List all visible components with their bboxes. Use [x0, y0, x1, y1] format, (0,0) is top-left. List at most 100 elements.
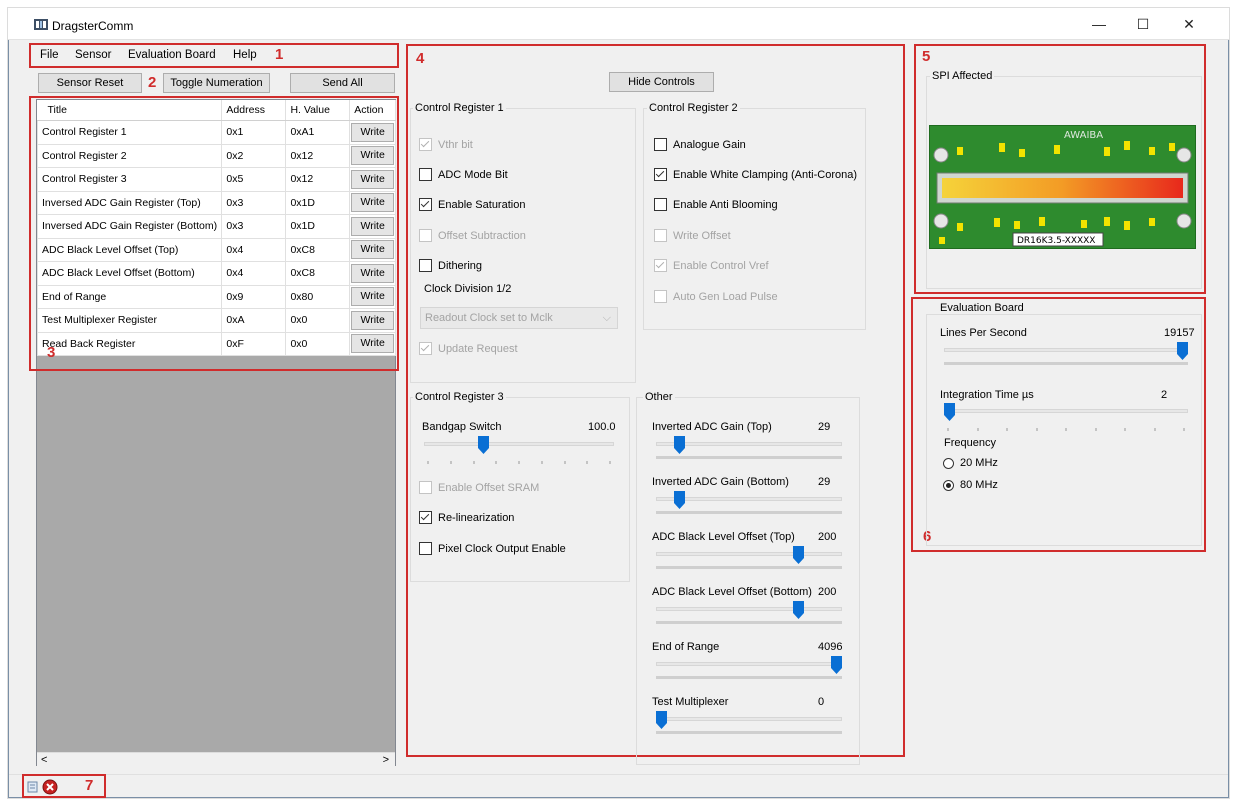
annotation-box-1 [29, 43, 399, 68]
slider-thumb[interactable] [1177, 342, 1188, 360]
slider-thumb[interactable] [831, 656, 842, 674]
clock-division-label: Clock Division 1/2 [424, 283, 512, 295]
annotation-label-2: 2 [148, 74, 157, 91]
offset-subtraction-checkbox: Offset Subtraction [419, 229, 526, 242]
analogue-gain-checkbox[interactable]: Analogue Gain [654, 138, 746, 151]
scroll-right-arrow[interactable]: > [383, 754, 389, 766]
vthr-checkbox: Vthr bit [419, 138, 473, 151]
bandgap-slider[interactable] [424, 436, 614, 464]
other-slider[interactable] [656, 491, 842, 515]
sensor-chip-image: AWAIBA DR16K3.5-XXXXX [928, 124, 1197, 250]
other-slider-value: 0 [818, 696, 825, 708]
freq-80mhz-radio[interactable]: 80 MHz [943, 479, 998, 491]
window-title: DragsterComm [52, 19, 134, 33]
enable-saturation-checkbox[interactable]: Enable Saturation [419, 198, 525, 211]
slider-thumb[interactable] [478, 436, 489, 454]
other-slider-label: ADC Black Level Offset (Top) [652, 531, 795, 543]
clock-division-combo: Readout Clock set to Mclk ⌵ [420, 307, 618, 329]
other-slider-label: Inverted ADC Gain (Top) [652, 421, 772, 433]
slider-thumb[interactable] [793, 601, 804, 619]
slider-baseline [656, 731, 842, 734]
scroll-left-arrow[interactable]: < [41, 754, 47, 766]
other-title: Other [643, 391, 675, 403]
annotation-label-7: 7 [85, 777, 94, 794]
annotation-label-4: 4 [416, 50, 425, 67]
other-slider[interactable] [656, 436, 842, 460]
toggle-numeration-button[interactable]: Toggle Numeration [163, 73, 270, 93]
bandgap-label: Bandgap Switch [422, 421, 502, 433]
other-slider-label: ADC Black Level Offset (Bottom) [652, 586, 812, 598]
slider-baseline [656, 621, 842, 624]
slider-track [656, 717, 842, 721]
other-slider-label: Inverted ADC Gain (Bottom) [652, 476, 789, 488]
slider-track [656, 552, 842, 556]
lines-per-second-slider[interactable] [944, 342, 1188, 366]
send-all-button[interactable]: Send All [290, 73, 395, 93]
other-slider-value: 200 [818, 531, 837, 543]
horizontal-scrollbar[interactable]: < > [37, 752, 395, 768]
other-slider-value: 29 [818, 421, 831, 433]
write-offset-checkbox: Write Offset [654, 229, 731, 242]
cr1-title: Control Register 1 [413, 102, 506, 114]
freq-20mhz-radio[interactable]: 20 MHz [943, 457, 998, 469]
slider-baseline [656, 566, 842, 569]
annotation-label-5: 5 [922, 48, 931, 65]
title-bar[interactable] [8, 8, 1229, 40]
annotation-label-1: 1 [275, 46, 284, 63]
other-slider[interactable] [656, 711, 842, 735]
maximize-button[interactable]: ☐ [1128, 14, 1158, 34]
control-vref-checkbox: Enable Control Vref [654, 259, 769, 272]
chevron-down-icon: ⌵ [602, 312, 611, 324]
slider-thumb[interactable] [793, 546, 804, 564]
slider-baseline [656, 456, 842, 459]
enable-offset-sram-checkbox: Enable Offset SRAM [419, 481, 539, 494]
bandgap-value: 100.0 [588, 421, 616, 433]
slider-thumb[interactable] [944, 403, 955, 421]
eval-board-title: Evaluation Board [938, 302, 1026, 314]
other-slider-value: 29 [818, 476, 831, 488]
slider-ticks [424, 456, 614, 464]
close-button[interactable]: ✕ [1174, 14, 1204, 34]
relinearization-checkbox[interactable]: Re-linearization [419, 511, 514, 524]
anti-blooming-checkbox[interactable]: Enable Anti Blooming [654, 198, 778, 211]
dithering-checkbox[interactable]: Dithering [419, 259, 482, 272]
auto-gen-checkbox: Auto Gen Load Pulse [654, 290, 778, 303]
cr3-title: Control Register 3 [413, 391, 506, 403]
other-slider-value: 200 [818, 586, 837, 598]
slider-thumb[interactable] [674, 491, 685, 509]
white-clamping-checkbox[interactable]: Enable White Clamping (Anti-Corona) [654, 168, 857, 181]
app-icon [34, 17, 48, 31]
annotation-label-3: 3 [47, 344, 56, 361]
svg-text:AWAIBA: AWAIBA [1064, 130, 1103, 141]
other-slider-value: 4096 [818, 641, 843, 653]
other-slider[interactable] [656, 656, 842, 680]
slider-track [944, 409, 1188, 413]
annotation-box-3 [29, 96, 399, 371]
svg-text:DR16K3.5-XXXXX: DR16K3.5-XXXXX [1017, 236, 1095, 246]
hide-controls-button[interactable]: Hide Controls [609, 72, 714, 92]
slider-thumb[interactable] [656, 711, 667, 729]
adc-mode-checkbox[interactable]: ADC Mode Bit [419, 168, 508, 181]
spi-title: SPI Affected [930, 70, 995, 82]
sensor-reset-button[interactable]: Sensor Reset [38, 73, 142, 93]
other-slider[interactable] [656, 546, 842, 570]
frequency-label: Frequency [944, 437, 996, 449]
slider-baseline [656, 511, 842, 514]
annotation-box-7 [22, 774, 106, 798]
slider-baseline [944, 362, 1188, 365]
integration-time-value: 2 [1161, 389, 1168, 401]
integration-time-label: Integration Time µs [940, 389, 1034, 401]
integration-time-slider[interactable] [944, 403, 1188, 431]
update-request-checkbox: Update Request [419, 342, 518, 355]
pixel-clock-checkbox[interactable]: Pixel Clock Output Enable [419, 542, 566, 555]
other-slider-label: Test Multiplexer [652, 696, 729, 708]
slider-ticks [944, 423, 1188, 431]
slider-track [424, 442, 614, 446]
lines-per-second-value: 19157 [1164, 327, 1195, 339]
other-slider[interactable] [656, 601, 842, 625]
minimize-button[interactable]: — [1084, 14, 1114, 34]
lines-per-second-label: Lines Per Second [940, 327, 1027, 339]
slider-baseline [656, 676, 842, 679]
slider-thumb[interactable] [674, 436, 685, 454]
slider-track [656, 607, 842, 611]
